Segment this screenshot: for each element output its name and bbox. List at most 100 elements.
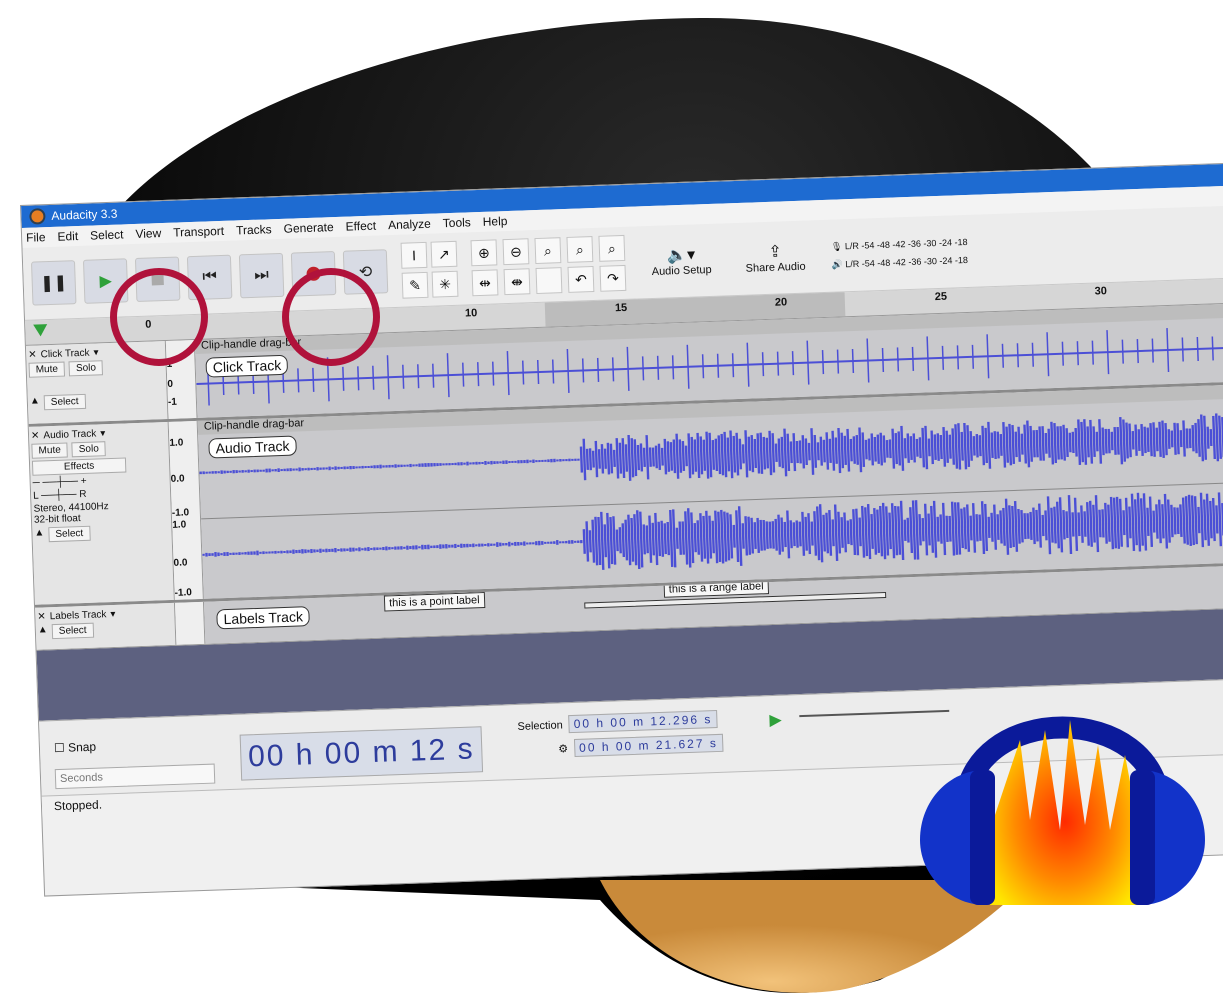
waveform-bar (436, 545, 439, 549)
gear-icon[interactable]: ⚙ (558, 743, 568, 755)
waveform-bar (508, 541, 511, 547)
close-icon[interactable]: ✕ (28, 350, 37, 361)
redo-icon[interactable]: ↷ (599, 264, 627, 292)
close-icon[interactable]: ✕ (31, 430, 40, 441)
waveform-bar (666, 441, 671, 472)
waveform-bar (774, 443, 778, 462)
waveform-bar (517, 541, 520, 546)
waveform-bar (328, 466, 331, 471)
silence-icon[interactable]: ⇼ (503, 268, 531, 296)
select-button[interactable]: Select (43, 393, 86, 411)
click-tick (806, 340, 810, 385)
envelope-tool-icon[interactable]: ↗ (430, 240, 458, 268)
playback-meter[interactable]: 🔊 L/R -54 -48 -42 -36 -30 -24 -18 (831, 251, 968, 274)
menu-generate[interactable]: Generate (283, 220, 334, 236)
waveform-bar (870, 514, 874, 549)
waveform-bar (588, 448, 593, 471)
chevron-down-icon[interactable]: ▾ (110, 609, 115, 620)
click-track-name[interactable]: Click Track (40, 348, 89, 361)
chevron-down-icon[interactable]: ▾ (93, 347, 98, 358)
waveform-bar (571, 540, 574, 544)
collapse-icon[interactable]: ▲ (38, 624, 48, 639)
fit-project-icon[interactable]: ⌕ (566, 236, 594, 263)
menu-help[interactable]: Help (483, 214, 508, 229)
click-tick (1136, 339, 1139, 364)
click-tick (791, 351, 795, 376)
draw-tool-icon[interactable]: ✎ (401, 271, 429, 299)
skip-end-button[interactable]: ⏭ (238, 252, 285, 299)
effects-button[interactable]: Effects (31, 457, 127, 476)
waveform-bar (412, 464, 415, 467)
select-button[interactable]: Select (51, 622, 94, 640)
waveform-bar (565, 540, 568, 544)
play-at-speed-icon[interactable]: ▶ (769, 710, 782, 730)
undo-icon[interactable]: ↶ (567, 266, 595, 293)
audio-setup-button[interactable]: 🔈▾ Audio Setup (641, 244, 722, 279)
audio-track-clip[interactable]: Clip-handle drag-bar Audio Track (197, 384, 1223, 599)
selection-end[interactable]: 00 h 00 m 21.627 s (573, 733, 724, 757)
mute-button[interactable]: Mute (31, 442, 69, 459)
spacer-icon (535, 267, 563, 295)
menu-transport[interactable]: Transport (173, 224, 224, 240)
pause-button[interactable]: ❚❚ (30, 260, 77, 306)
zoom-in-icon[interactable]: ⊕ (470, 239, 498, 267)
waveform-bar (1116, 426, 1120, 455)
select-button[interactable]: Select (48, 525, 91, 543)
waveform-bar (223, 470, 226, 474)
click-tick (506, 351, 510, 396)
waveform-bar (562, 459, 565, 462)
zoom-out-icon[interactable]: ⊖ (502, 238, 530, 266)
waveform-bar (556, 540, 559, 545)
selection-start[interactable]: 00 h 00 m 12.296 s (568, 709, 718, 734)
menu-effect[interactable]: Effect (345, 219, 376, 234)
waveform-bar (334, 466, 337, 470)
menu-file[interactable]: File (26, 230, 46, 245)
waveform-bar (945, 430, 949, 463)
multi-tool-icon[interactable]: ✳ (431, 270, 459, 298)
click-tick (492, 361, 495, 386)
menu-view[interactable]: View (135, 226, 161, 241)
menu-tracks[interactable]: Tracks (236, 222, 272, 237)
menu-tools[interactable]: Tools (443, 215, 471, 230)
close-icon[interactable]: ✕ (37, 611, 46, 622)
play-head-icon[interactable] (33, 324, 48, 337)
menu-edit[interactable]: Edit (57, 229, 78, 244)
waveform-bar (490, 543, 493, 547)
waveform-bar (451, 463, 454, 466)
time-display[interactable]: 00 h 00 m 12 s (239, 726, 484, 781)
menu-analyze[interactable]: Analyze (388, 217, 431, 232)
waveform-bar (969, 515, 973, 541)
waveform-bar (1161, 420, 1165, 458)
waveform-bar (663, 523, 667, 555)
solo-button[interactable]: Solo (68, 360, 104, 377)
waveform-bar (319, 467, 322, 470)
labels-track-name[interactable]: Labels Track (50, 609, 107, 622)
waveform-bar (478, 543, 481, 547)
menu-select[interactable]: Select (90, 227, 124, 242)
zoom-toggle-icon[interactable]: ⌕ (598, 234, 626, 262)
waveform-bar (202, 553, 205, 556)
selection-tool-icon[interactable]: I (400, 241, 428, 269)
waveform-bar (343, 466, 346, 470)
waveform-bar (1113, 427, 1117, 455)
waveform-bar (642, 447, 646, 468)
waveform-bar (1148, 496, 1154, 547)
mute-button[interactable]: Mute (28, 361, 66, 378)
waveform-bar (987, 516, 991, 538)
solo-button[interactable]: Solo (71, 441, 107, 458)
trim-icon[interactable]: ⇹ (471, 269, 499, 297)
waveform-bar (1062, 424, 1066, 461)
chevron-down-icon[interactable]: ▾ (100, 428, 105, 439)
collapse-icon[interactable]: ▲ (34, 527, 44, 542)
collapse-icon[interactable]: ▲ (30, 395, 40, 410)
waveform-bar (585, 521, 590, 562)
share-audio-button[interactable]: ⇪ Share Audio (735, 240, 816, 275)
snap-unit-select[interactable]: Seconds (54, 763, 216, 790)
waveform-bar (202, 471, 205, 475)
fit-selection-icon[interactable]: ⌕ (534, 237, 562, 265)
waveform-bar (864, 439, 868, 460)
point-label[interactable]: this is a point label (383, 592, 485, 612)
snap-checkbox[interactable]: ☐ Snap (54, 740, 97, 755)
audio-track-name[interactable]: Audio Track (43, 428, 96, 441)
waveform-bar (1217, 492, 1223, 547)
